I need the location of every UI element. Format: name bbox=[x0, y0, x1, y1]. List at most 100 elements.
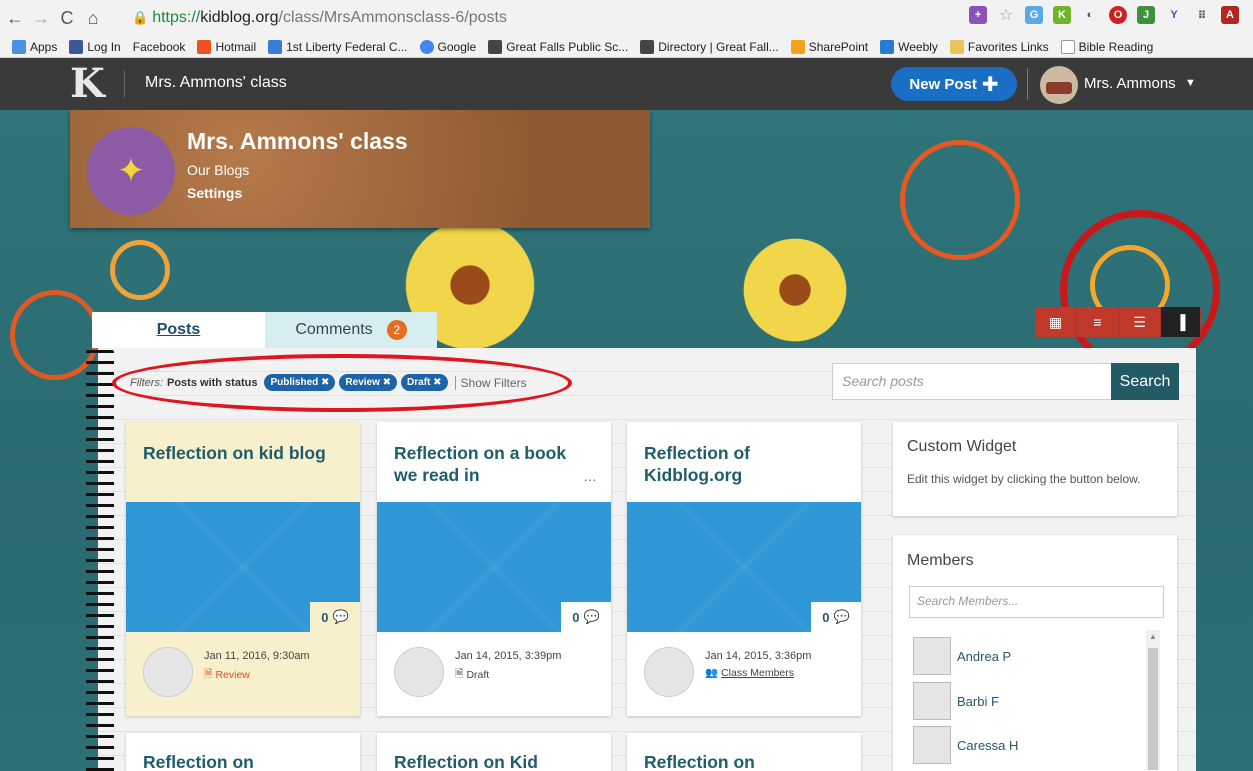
bookmark-bible[interactable]: Bible Reading bbox=[1060, 39, 1153, 54]
pdf-icon[interactable]: A bbox=[1221, 6, 1239, 24]
bookmarks-bar: Apps Log In Facebook Hotmail 1st Liberty… bbox=[0, 36, 1253, 58]
comments-count-badge: 2 bbox=[386, 320, 407, 340]
bookmark-favorites[interactable]: Favorites Links bbox=[949, 39, 1049, 54]
url-domain: kidblog.org bbox=[200, 9, 279, 26]
google-icon bbox=[419, 39, 434, 54]
back-icon[interactable]: ← bbox=[4, 7, 26, 29]
comment-count: 0 💬 bbox=[811, 602, 861, 632]
member-avatar bbox=[913, 726, 951, 764]
bookmark-hotmail[interactable]: Hotmail bbox=[197, 39, 256, 54]
apps-grid-icon[interactable]: ⠿ bbox=[1193, 6, 1211, 24]
post-date: Jan 14, 2015, 3:39pm bbox=[455, 650, 562, 662]
caret-down-icon[interactable]: ▼ bbox=[1185, 77, 1196, 89]
user-name[interactable]: Mrs. Ammons bbox=[1084, 75, 1176, 92]
tab-posts[interactable]: Posts bbox=[92, 312, 265, 348]
comment-bubble-icon: 💬 bbox=[833, 609, 850, 624]
weebly-icon bbox=[880, 39, 895, 54]
address-bar[interactable]: 🔒 https:// kidblog.org /class/MrsAmmonsc… bbox=[132, 6, 912, 30]
red-highlight-circle bbox=[112, 354, 572, 412]
extension-icon[interactable]: K bbox=[1053, 6, 1071, 24]
post-status: 🗎 Draft bbox=[455, 666, 489, 684]
post-card[interactable]: Reflection on bbox=[126, 733, 360, 771]
header-class-title[interactable]: Mrs. Ammons' class bbox=[145, 74, 287, 92]
post-card[interactable]: Reflection on a book we read in … 0 💬 Jan… bbox=[377, 422, 611, 716]
lock-icon: 🔒 bbox=[132, 10, 149, 25]
grid-view-icon[interactable]: ▦ bbox=[1035, 307, 1077, 337]
post-title[interactable]: Reflection of Kidblog.org bbox=[644, 442, 839, 486]
post-card[interactable]: Reflection on bbox=[627, 733, 861, 771]
bookmark-weebly[interactable]: Weebly bbox=[880, 39, 938, 54]
extension-icon[interactable]: Y bbox=[1165, 6, 1183, 24]
ellipsis-icon: … bbox=[583, 468, 597, 484]
post-card[interactable]: Reflection on kid blog 0 💬 Jan 11, 2016, … bbox=[126, 422, 360, 716]
our-blogs-link[interactable]: Our Blogs bbox=[187, 162, 249, 178]
post-title[interactable]: Reflection on a book we read in bbox=[394, 442, 589, 486]
column-view-icon[interactable]: ▐ bbox=[1161, 307, 1201, 337]
home-icon[interactable]: ⌂ bbox=[82, 7, 104, 29]
extension-icon[interactable]: G bbox=[1025, 6, 1043, 24]
widget-title: Custom Widget bbox=[907, 438, 1017, 455]
speaker-icon[interactable]: ◐ bbox=[1081, 6, 1099, 24]
opera-icon[interactable]: O bbox=[1109, 6, 1127, 24]
post-card[interactable]: Reflection of Kidblog.org 0 💬 Jan 14, 201… bbox=[627, 422, 861, 716]
post-date: Jan 11, 2016, 9:30am bbox=[204, 650, 310, 662]
view-toggle-group: ▦ ≡ ☰ ▐ bbox=[1035, 307, 1201, 337]
member-item[interactable]: Barbi F bbox=[913, 682, 999, 720]
page-icon bbox=[1060, 39, 1075, 54]
member-item[interactable]: Caressa H bbox=[913, 726, 1018, 764]
banner-title: Mrs. Ammons' class bbox=[187, 128, 408, 154]
comment-bubble-icon: 💬 bbox=[332, 609, 349, 624]
star-icon[interactable]: ☆ bbox=[997, 6, 1015, 24]
new-post-button[interactable]: New Post ✚ bbox=[891, 67, 1017, 101]
apps-grid-icon bbox=[12, 39, 26, 54]
app-header: K Mrs. Ammons' class New Post ✚ Mrs. Amm… bbox=[0, 58, 1253, 110]
document-icon: 🗎 bbox=[204, 668, 213, 680]
reload-icon[interactable]: C bbox=[56, 7, 78, 29]
kidblog-logo[interactable]: K bbox=[70, 64, 105, 104]
search-members-input[interactable]: Search Members... bbox=[909, 586, 1164, 618]
widget-title: Members bbox=[907, 552, 974, 569]
custom-widget: Custom Widget Edit this widget by clicki… bbox=[893, 422, 1177, 516]
decorative-flower bbox=[735, 230, 855, 350]
members-scrollbar[interactable]: ▲ bbox=[1146, 630, 1160, 770]
search-posts-input[interactable]: Search posts bbox=[832, 363, 1112, 400]
post-card[interactable]: Reflection on Kid bbox=[377, 733, 611, 771]
post-title[interactable]: Reflection on kid blog bbox=[143, 442, 338, 464]
bookmark-apps[interactable]: Apps bbox=[12, 39, 57, 54]
tab-comments[interactable]: Comments 2 bbox=[265, 312, 437, 348]
magic-wand-icon[interactable]: ✦ bbox=[87, 127, 175, 215]
extension-icon[interactable]: J bbox=[1137, 6, 1155, 24]
forward-icon[interactable]: → bbox=[30, 7, 52, 29]
header-divider bbox=[1027, 68, 1028, 100]
bookmark-google[interactable]: Google bbox=[419, 39, 476, 54]
header-divider bbox=[124, 70, 125, 98]
bookmark-liberty[interactable]: 1st Liberty Federal C... bbox=[268, 39, 408, 54]
bookmark-login[interactable]: Log In bbox=[69, 39, 121, 54]
settings-link[interactable]: Settings bbox=[187, 185, 242, 201]
search-button[interactable]: Search bbox=[1111, 363, 1179, 400]
list-view-icon[interactable]: ≡ bbox=[1077, 307, 1119, 337]
scroll-thumb[interactable] bbox=[1148, 648, 1158, 770]
comment-bubble-icon: 💬 bbox=[583, 609, 600, 624]
decorative-swirl bbox=[900, 140, 1020, 260]
bookmark-sharepoint[interactable]: SharePoint bbox=[790, 39, 868, 54]
decorative-swirl bbox=[110, 240, 170, 300]
bookmark-gfps[interactable]: Great Falls Public Sc... bbox=[488, 39, 628, 54]
notebook-spiral bbox=[86, 350, 114, 771]
user-avatar[interactable] bbox=[1040, 66, 1078, 104]
post-title[interactable]: Reflection on bbox=[644, 751, 839, 771]
sharepoint-icon bbox=[790, 39, 805, 54]
bookmark-facebook[interactable]: Facebook bbox=[133, 40, 186, 54]
extension-icon[interactable]: + bbox=[969, 6, 987, 24]
scroll-up-icon[interactable]: ▲ bbox=[1149, 632, 1157, 641]
detail-list-icon[interactable]: ☰ bbox=[1119, 307, 1161, 337]
url-path: /class/MrsAmmonsclass-6/posts bbox=[278, 9, 508, 26]
member-item[interactable]: Andrea P bbox=[913, 637, 1011, 675]
gfps-icon bbox=[488, 39, 503, 54]
member-avatar bbox=[913, 637, 951, 675]
author-avatar bbox=[394, 647, 444, 697]
bookmark-directory[interactable]: Directory | Great Fall... bbox=[640, 39, 779, 54]
post-title[interactable]: Reflection on Kid bbox=[394, 751, 589, 771]
post-title[interactable]: Reflection on bbox=[143, 751, 338, 771]
bookmark-icon bbox=[268, 39, 283, 54]
